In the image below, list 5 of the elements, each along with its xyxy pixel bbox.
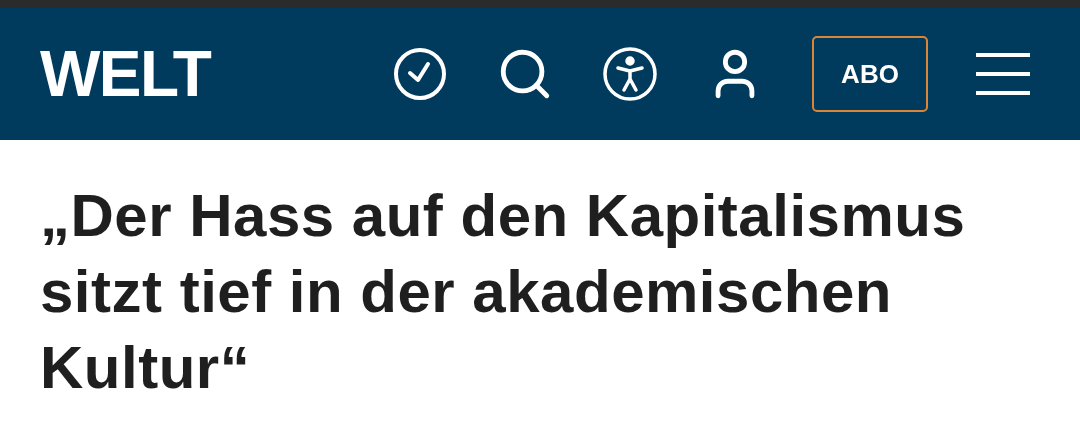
menu-icon[interactable] xyxy=(976,52,1030,96)
site-logo[interactable]: WELT xyxy=(40,42,211,106)
article-headline: „Der Hass auf den Kapitalismus sitzt tief in der akademischen Kultur“ xyxy=(40,181,967,403)
accessibility-icon[interactable] xyxy=(602,46,658,102)
subscribe-button[interactable]: ABO xyxy=(812,36,928,112)
